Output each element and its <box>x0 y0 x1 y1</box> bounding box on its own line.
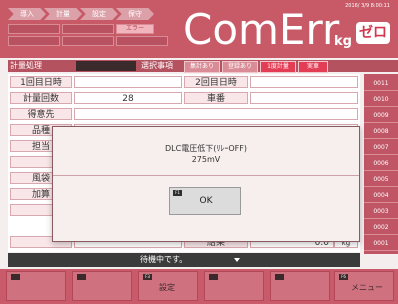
error-message: DLC電圧低下(ﾘﾚｰOFF) <box>165 144 247 153</box>
error-value: 275mV <box>191 155 221 164</box>
app-screen: 導入 計量 設定 保守 エラー 2016/ 3/9 8:00:11 ComErr… <box>0 0 398 304</box>
modal-overlay: DLC電圧低下(ﾘﾚｰOFF) 275mV F1 OK <box>0 0 398 304</box>
dialog-divider <box>53 175 359 176</box>
ok-button[interactable]: F1 OK <box>169 187 241 215</box>
ok-label: OK <box>199 196 213 206</box>
error-dialog: DLC電圧低下(ﾘﾚｰOFF) 275mV F1 OK <box>52 126 360 242</box>
